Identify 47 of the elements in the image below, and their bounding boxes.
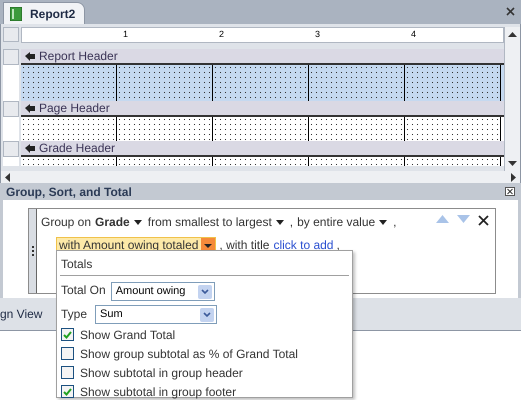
- checkbox-label: Show subtotal in group header: [80, 364, 243, 382]
- type-label: Type: [61, 306, 88, 323]
- total-on-label: Total On: [61, 282, 106, 299]
- dropdown-field[interactable]: Amount owing: [110, 282, 215, 301]
- option-dropdown[interactable]: Grade: [95, 213, 142, 231]
- scroll-left-icon[interactable]: [5, 172, 10, 182]
- check-icon: [63, 388, 72, 396]
- popup-heading: Totals: [61, 257, 92, 271]
- vertical-scrollbar[interactable]: [504, 27, 520, 171]
- checkbox-label: Show Grand Total: [80, 326, 176, 344]
- ruler-mark: 2: [218, 28, 224, 42]
- chevron-down-icon: [198, 284, 212, 298]
- checkbox[interactable]: [61, 328, 74, 341]
- dropdown-field[interactable]: Sum: [95, 305, 218, 324]
- close-icon[interactable]: [505, 187, 515, 196]
- caret-icon: [276, 220, 284, 224]
- section-header-bar[interactable]: Report Header: [21, 49, 504, 65]
- option-dropdown[interactable]: by entire value: [297, 213, 388, 231]
- option-dropdown[interactable]: from smallest to largest: [148, 213, 284, 231]
- close-icon[interactable]: [506, 7, 515, 16]
- section-header-bar[interactable]: Grade Header: [21, 141, 504, 157]
- caret-icon: [379, 220, 388, 224]
- comma: ,: [290, 214, 294, 231]
- group-label: Group on: [41, 214, 92, 231]
- ruler-mark: 1: [122, 28, 128, 42]
- status-view-label: gn View: [0, 306, 42, 323]
- delete-icon[interactable]: [478, 215, 489, 226]
- checkbox[interactable]: [61, 347, 74, 360]
- report-icon: [10, 6, 22, 20]
- pane-title: Group, Sort, and Total: [6, 184, 132, 200]
- scroll-up-icon[interactable]: [508, 32, 517, 37]
- ruler-mark: 4: [410, 28, 416, 42]
- document-tab[interactable]: Report2: [3, 2, 85, 24]
- section-header-bar[interactable]: Page Header: [21, 101, 504, 117]
- scroll-right-icon[interactable]: [511, 172, 516, 182]
- scroll-down-icon[interactable]: [508, 161, 517, 166]
- comma: ,: [393, 214, 397, 231]
- checkbox-label: Show subtotal in group footer: [80, 384, 236, 400]
- caret-icon: [134, 220, 142, 224]
- ruler-mark: 3: [314, 28, 320, 42]
- horizontal-scrollbar[interactable]: [1, 171, 520, 183]
- add-title-link[interactable]: click to add: [273, 236, 334, 254]
- check-icon: [63, 330, 72, 338]
- checkbox[interactable]: [61, 366, 74, 379]
- checkbox-label: Show group subtotal as % of Grand Total: [80, 346, 298, 362]
- chevron-down-icon: [200, 308, 214, 322]
- checkbox[interactable]: [61, 385, 74, 398]
